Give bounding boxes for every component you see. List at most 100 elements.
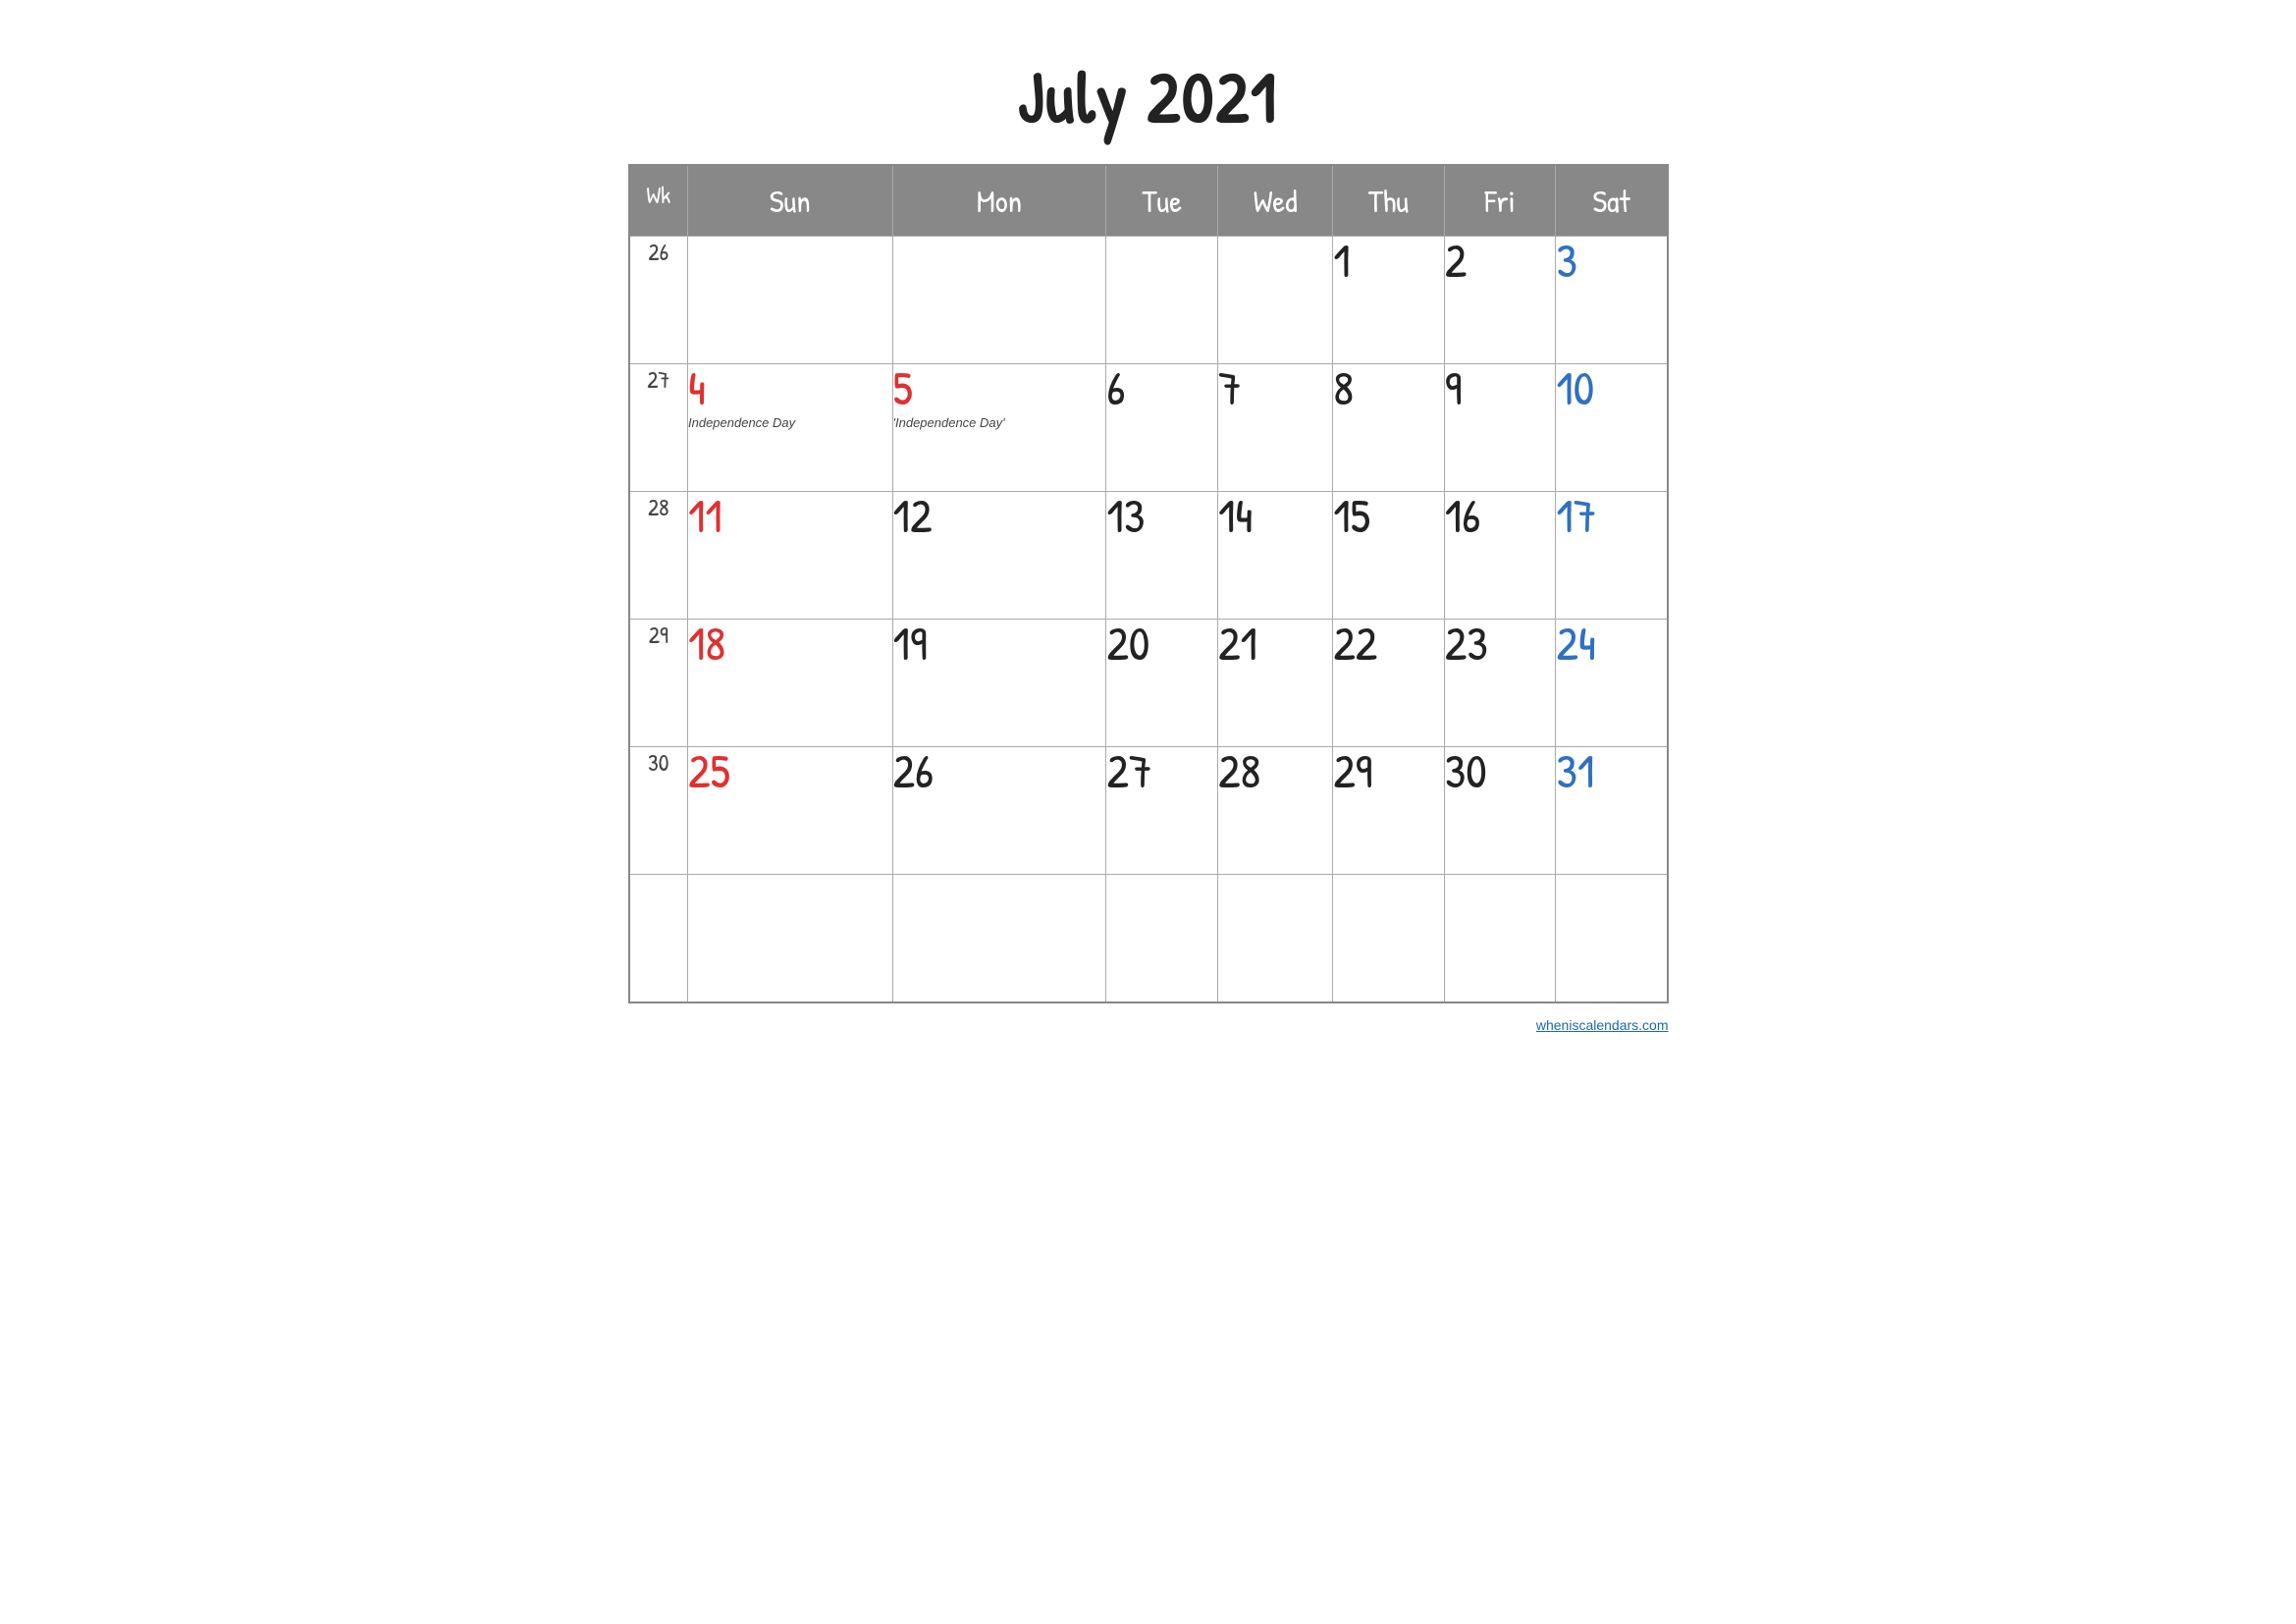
- wk-cell-4: 30: [629, 747, 688, 875]
- day-number: 9: [1445, 355, 1463, 419]
- day-number: 1: [1333, 228, 1350, 292]
- day-cell-w2-d5: 16: [1444, 492, 1556, 620]
- day-cell-w2-d4: 15: [1333, 492, 1445, 620]
- day-number: 15: [1333, 483, 1370, 547]
- day-cell-w3-d3: 21: [1217, 620, 1332, 747]
- calendar-body: 26123274Independence Day5'Independence D…: [629, 237, 1668, 1002]
- day-number: 11: [688, 483, 722, 547]
- day-number: 20: [1106, 611, 1149, 675]
- header-row: Wk Sun Mon Tue Wed Thu Fri Sat: [629, 165, 1668, 237]
- day-cell-w4-d0: 25: [688, 747, 893, 875]
- wk-header: Wk: [629, 165, 688, 237]
- week-row-1: 274Independence Day5'Independence Day'67…: [629, 364, 1668, 492]
- day-cell-w3-d4: 22: [1333, 620, 1445, 747]
- day-number: 29: [1333, 738, 1372, 802]
- day-number: 22: [1333, 611, 1377, 675]
- day-cell-w2-d0: 11: [688, 492, 893, 620]
- day-number: 25: [688, 738, 730, 802]
- calendar-title: July 2021: [628, 49, 1669, 144]
- header-sun: Sun: [688, 165, 893, 237]
- day-cell-w1-d4: 8: [1333, 364, 1445, 492]
- day-number: 28: [1218, 738, 1260, 802]
- day-cell-w5-d0: [688, 875, 893, 1002]
- watermark-link[interactable]: wheniscalendars.com: [1536, 1017, 1669, 1033]
- day-number: 19: [893, 611, 928, 675]
- wk-cell-0: 26: [629, 237, 688, 364]
- week-row-5: [629, 875, 1668, 1002]
- day-number: 31: [1556, 738, 1594, 802]
- day-cell-w1-d0: 4Independence Day: [688, 364, 893, 492]
- calendar-table: Wk Sun Mon Tue Wed Thu Fri Sat 26123274I…: [628, 164, 1669, 1003]
- day-number: 18: [688, 611, 725, 675]
- day-number: 27: [1106, 738, 1151, 802]
- day-number: 5: [893, 355, 913, 419]
- day-cell-w4-d1: 26: [892, 747, 1106, 875]
- day-cell-w2-d6: 17: [1556, 492, 1668, 620]
- day-cell-w1-d2: 6: [1106, 364, 1218, 492]
- day-number: 13: [1106, 483, 1145, 547]
- day-cell-w0-d2: [1106, 237, 1218, 364]
- day-number: 3: [1556, 228, 1577, 292]
- day-cell-w2-d1: 12: [892, 492, 1106, 620]
- day-number: 10: [1556, 355, 1594, 419]
- day-cell-w1-d1: 5'Independence Day': [892, 364, 1106, 492]
- week-row-0: 26 123: [629, 237, 1668, 364]
- week-row-4: 3025262728293031: [629, 747, 1668, 875]
- watermark: wheniscalendars.com: [628, 1017, 1669, 1033]
- day-cell-w5-d3: [1217, 875, 1332, 1002]
- day-cell-w4-d2: 27: [1106, 747, 1218, 875]
- header-tue: Tue: [1106, 165, 1218, 237]
- day-number: 7: [1218, 355, 1242, 419]
- day-number: 2: [1445, 228, 1467, 292]
- header-mon: Mon: [892, 165, 1106, 237]
- holiday-label: 'Independence Day': [893, 415, 1106, 430]
- day-cell-w5-d2: [1106, 875, 1218, 1002]
- day-cell-w1-d5: 9: [1444, 364, 1556, 492]
- day-cell-w3-d0: 18: [688, 620, 893, 747]
- day-cell-w3-d1: 19: [892, 620, 1106, 747]
- day-number: 14: [1218, 483, 1253, 547]
- header-thu: Thu: [1333, 165, 1445, 237]
- week-row-2: 2811121314151617: [629, 492, 1668, 620]
- day-number: 8: [1333, 355, 1354, 419]
- wk-cell-1: 27: [629, 364, 688, 492]
- header-fri: Fri: [1444, 165, 1556, 237]
- day-number: 26: [893, 738, 934, 802]
- page-wrapper: July 2021 Wk Sun Mon Tue Wed Thu Fri Sat…: [609, 20, 1688, 1053]
- day-cell-w3-d2: 20: [1106, 620, 1218, 747]
- day-cell-w4-d4: 29: [1333, 747, 1445, 875]
- day-number: 4: [688, 355, 706, 419]
- day-cell-w1-d6: 10: [1556, 364, 1668, 492]
- day-cell-w1-d3: 7: [1217, 364, 1332, 492]
- day-cell-w0-d3: [1217, 237, 1332, 364]
- day-cell-w4-d5: 30: [1444, 747, 1556, 875]
- day-cell-w5-d1: [892, 875, 1106, 1002]
- day-number: 16: [1445, 483, 1481, 547]
- day-number: 17: [1556, 483, 1596, 547]
- holiday-label: Independence Day: [688, 415, 892, 430]
- header-sat: Sat: [1556, 165, 1668, 237]
- day-cell-w0-d1: [892, 237, 1106, 364]
- day-cell-w0-d4: 1: [1333, 237, 1445, 364]
- wk-cell-2: 28: [629, 492, 688, 620]
- day-cell-w5-d4: [1333, 875, 1445, 1002]
- day-cell-w2-d2: 13: [1106, 492, 1218, 620]
- day-cell-w3-d6: 24: [1556, 620, 1668, 747]
- day-number: 12: [893, 483, 933, 547]
- wk-cell-3: 29: [629, 620, 688, 747]
- day-cell-w3-d5: 23: [1444, 620, 1556, 747]
- wk-cell-5: [629, 875, 688, 1002]
- week-row-3: 2918192021222324: [629, 620, 1668, 747]
- day-cell-w4-d3: 28: [1217, 747, 1332, 875]
- day-cell-w5-d6: [1556, 875, 1668, 1002]
- day-number: 30: [1445, 738, 1487, 802]
- day-cell-w0-d6: 3: [1556, 237, 1668, 364]
- day-cell-w0-d5: 2: [1444, 237, 1556, 364]
- day-number: 21: [1218, 611, 1257, 675]
- day-cell-w0-d0: [688, 237, 893, 364]
- day-number: 23: [1445, 611, 1488, 675]
- day-cell-w2-d3: 14: [1217, 492, 1332, 620]
- day-cell-w4-d6: 31: [1556, 747, 1668, 875]
- day-number: 6: [1106, 355, 1125, 419]
- day-cell-w5-d5: [1444, 875, 1556, 1002]
